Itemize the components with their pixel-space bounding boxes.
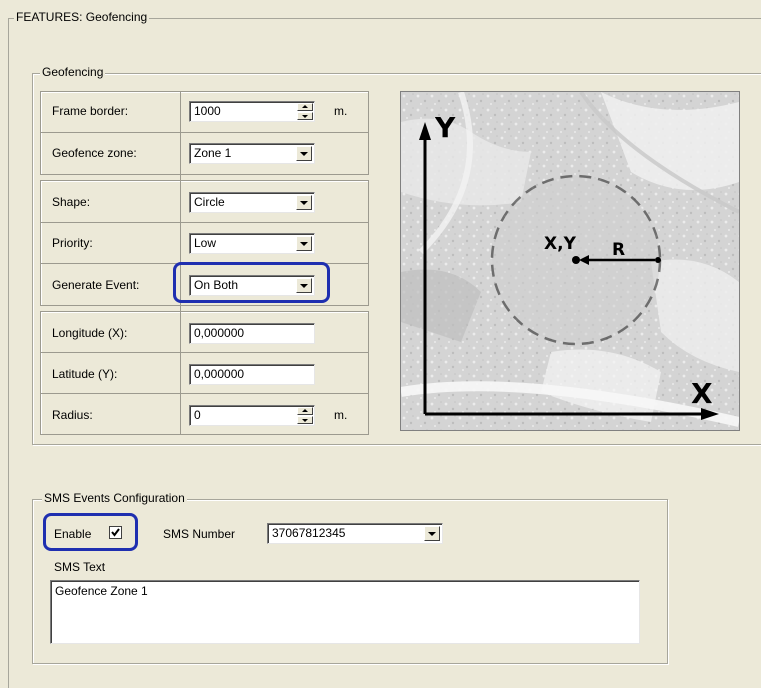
shape-value: Circle <box>194 195 225 209</box>
generate-event-highlight <box>173 262 330 303</box>
radius-input[interactable]: 0 <box>189 405 315 426</box>
geofence-diagram-svg: Y X X,Y R <box>401 92 739 430</box>
frame-border-label: Frame border: <box>52 104 129 118</box>
shape-label: Shape: <box>52 195 91 209</box>
sms-text-area[interactable]: Geofence Zone 1 <box>50 580 640 644</box>
spin-down-icon[interactable] <box>297 416 313 424</box>
row-divider <box>40 222 369 223</box>
latitude-value: 0,000000 <box>194 367 245 381</box>
frame-border-input[interactable]: 1000 <box>189 101 315 122</box>
frame-border-spinner[interactable] <box>297 103 313 120</box>
frame-border-unit: m. <box>334 104 348 118</box>
geofencing-title: Geofencing <box>40 65 106 79</box>
geofence-diagram: Y X X,Y R <box>400 91 740 431</box>
spin-down-icon[interactable] <box>297 112 313 120</box>
sms-number-select[interactable]: 37067812345 <box>267 523 443 544</box>
sms-text-label: SMS Text <box>54 560 106 574</box>
chevron-down-icon[interactable] <box>296 236 312 251</box>
enable-highlight <box>43 513 138 551</box>
geofence-zone-value: Zone 1 <box>194 146 232 160</box>
generate-event-label: Generate Event: <box>52 278 140 292</box>
shape-select[interactable]: Circle <box>189 192 315 213</box>
sms-number-label: SMS Number <box>163 527 236 541</box>
axis-y-label: Y <box>434 111 456 144</box>
geofence-zone-label: Geofence zone: <box>52 146 137 160</box>
sms-text-value: Geofence Zone 1 <box>55 584 148 598</box>
axis-x-label: X <box>691 377 713 410</box>
radius-marker-label: R <box>612 240 625 260</box>
chevron-down-icon[interactable] <box>424 526 440 541</box>
spin-up-icon[interactable] <box>297 407 313 415</box>
latitude-label: Latitude (Y): <box>52 367 118 381</box>
radius-unit: m. <box>334 408 348 422</box>
frame-border-value: 1000 <box>194 104 221 118</box>
center-label: X,Y <box>544 234 577 254</box>
longitude-label: Longitude (X): <box>52 326 128 340</box>
priority-select[interactable]: Low <box>189 233 315 254</box>
radius-value: 0 <box>194 408 201 422</box>
longitude-value: 0,000000 <box>194 326 245 340</box>
geofence-zone-select[interactable]: Zone 1 <box>189 143 315 164</box>
priority-value: Low <box>194 236 217 250</box>
row-divider <box>40 393 369 394</box>
latitude-input[interactable]: 0,000000 <box>189 364 315 385</box>
priority-label: Priority: <box>52 236 93 250</box>
row-divider <box>40 352 369 353</box>
spin-up-icon[interactable] <box>297 103 313 111</box>
sms-number-value: 37067812345 <box>272 526 346 540</box>
chevron-down-icon[interactable] <box>296 146 312 161</box>
row-divider <box>40 132 369 133</box>
features-title: FEATURES: Geofencing <box>14 10 150 24</box>
radius-spinner[interactable] <box>297 407 313 424</box>
sms-events-title: SMS Events Configuration <box>42 491 187 505</box>
longitude-input[interactable]: 0,000000 <box>189 323 315 344</box>
chevron-down-icon[interactable] <box>296 195 312 210</box>
radius-label: Radius: <box>52 408 93 422</box>
